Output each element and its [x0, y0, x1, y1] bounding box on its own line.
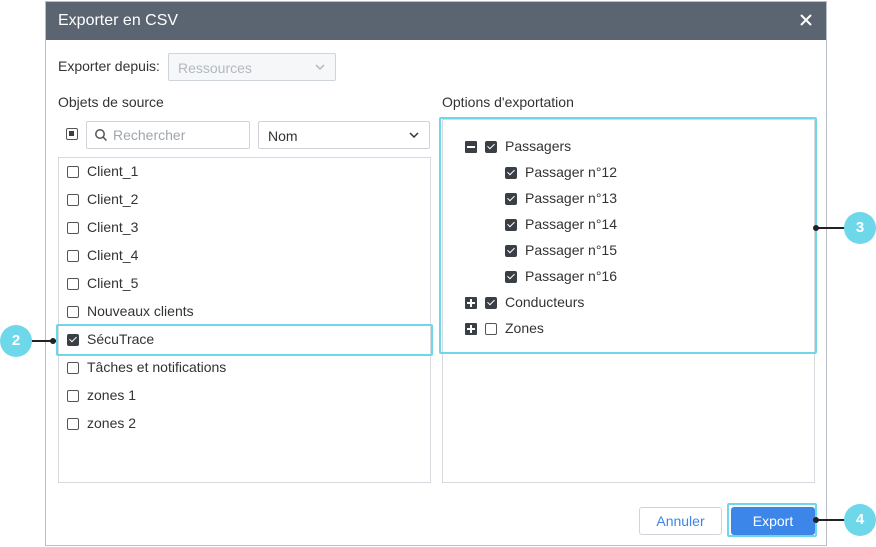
tree-node-label: Conducteurs: [505, 294, 585, 310]
item-checkbox[interactable]: [67, 166, 79, 178]
list-item-label: zones 1: [87, 387, 137, 403]
tree-node-label: Passagers: [505, 138, 572, 154]
chevron-down-icon: [409, 132, 419, 139]
search-field[interactable]: [86, 121, 250, 149]
export-button[interactable]: Export: [731, 507, 815, 535]
item-checkbox[interactable]: [67, 278, 79, 290]
tree-child-node[interactable]: Passager n°14: [443, 212, 813, 238]
list-item[interactable]: zones 2: [59, 410, 429, 438]
tree-child-node[interactable]: Passager n°16: [443, 264, 813, 290]
tree-node-label: Passager n°16: [525, 268, 617, 284]
tree-node-checkbox[interactable]: [485, 323, 497, 335]
select-all-checkbox[interactable]: [66, 128, 78, 140]
tree-node-label: Passager n°14: [525, 216, 617, 232]
item-checkbox[interactable]: [67, 418, 79, 430]
item-checkbox[interactable]: [67, 390, 79, 402]
export-options-heading: Options d'exportation: [442, 94, 574, 110]
list-item[interactable]: Client_4: [59, 242, 429, 270]
tree-node-checkbox[interactable]: [505, 245, 517, 257]
tree-node-label: Zones: [505, 320, 544, 336]
list-item[interactable]: Tâches et notifications: [59, 354, 429, 382]
callout-3-dot: [813, 225, 819, 231]
sort-select-value: Nom: [268, 128, 298, 144]
item-checkbox[interactable]: [67, 194, 79, 206]
list-item[interactable]: zones 1: [59, 382, 429, 410]
callout-4-dot: [813, 517, 819, 523]
expand-icon[interactable]: [465, 323, 477, 335]
tree-node-checkbox[interactable]: [485, 141, 497, 153]
tree-child-node[interactable]: Passager n°15: [443, 238, 813, 264]
tree-node[interactable]: Passagers: [443, 134, 813, 160]
search-input[interactable]: [113, 126, 243, 144]
tree-node-label: Passager n°12: [525, 164, 617, 180]
list-item-label: zones 2: [87, 415, 137, 431]
list-item-label: Client_1: [87, 163, 139, 179]
list-item-label: Client_2: [87, 191, 139, 207]
export-csv-dialog: Exporter en CSV Exporter depuis: Ressour…: [45, 1, 827, 546]
callout-marker-4: 4: [844, 504, 876, 536]
collapse-icon[interactable]: [465, 141, 477, 153]
list-item-label: Client_4: [87, 247, 139, 263]
list-item-label: Client_3: [87, 219, 139, 235]
tree-node-label: Passager n°13: [525, 190, 617, 206]
tree-node-checkbox[interactable]: [505, 193, 517, 205]
tree-node[interactable]: Zones: [443, 316, 813, 342]
tree-node-checkbox[interactable]: [505, 167, 517, 179]
tree-child-node[interactable]: Passager n°12: [443, 160, 813, 186]
list-item[interactable]: Nouveaux clients: [59, 298, 429, 326]
list-item-label: Tâches et notifications: [87, 359, 227, 375]
cancel-button[interactable]: Annuler: [639, 507, 722, 535]
item-checkbox[interactable]: [67, 250, 79, 262]
source-objects-heading: Objets de source: [58, 94, 164, 110]
tree-child-node[interactable]: Passager n°13: [443, 186, 813, 212]
export-from-select: Ressources: [168, 53, 336, 81]
list-item-label: SécuTrace: [87, 331, 155, 347]
callout-marker-2: 2: [0, 325, 32, 357]
callout-marker-3: 3: [844, 212, 876, 244]
export-from-label: Exporter depuis:: [58, 58, 160, 74]
callout-3-line: [815, 227, 845, 229]
export-from-value: Ressources: [178, 60, 252, 76]
list-item[interactable]: SécuTrace: [59, 326, 429, 354]
list-item[interactable]: Client_2: [59, 186, 429, 214]
list-item-label: Client_5: [87, 275, 139, 291]
export-options-tree: Passagers Passager n°12 Passager n°13 Passa…: [442, 119, 815, 483]
expand-icon[interactable]: [465, 297, 477, 309]
list-item[interactable]: Client_5: [59, 270, 429, 298]
tree-node-label: Passager n°15: [525, 242, 617, 258]
item-checkbox[interactable]: [67, 334, 79, 346]
close-icon[interactable]: [798, 12, 814, 28]
list-item-label: Nouveaux clients: [87, 303, 194, 319]
dialog-titlebar: Exporter en CSV: [46, 2, 826, 40]
list-item[interactable]: Client_3: [59, 214, 429, 242]
item-checkbox[interactable]: [67, 306, 79, 318]
callout-4-line: [815, 519, 845, 521]
dialog-title: Exporter en CSV: [58, 12, 179, 29]
tree-node-checkbox[interactable]: [505, 219, 517, 231]
item-checkbox[interactable]: [67, 362, 79, 374]
search-icon: [95, 129, 108, 142]
chevron-down-icon: [315, 64, 325, 71]
tree-node-checkbox[interactable]: [505, 271, 517, 283]
callout-2-dot: [50, 338, 56, 344]
list-item[interactable]: Client_1: [59, 158, 429, 186]
tree-node-checkbox[interactable]: [485, 297, 497, 309]
source-objects-list: Client_1 Client_2 Client_3 Client_4 Client_5…: [58, 157, 431, 483]
item-checkbox[interactable]: [67, 222, 79, 234]
sort-select[interactable]: Nom: [258, 121, 430, 149]
tree-node[interactable]: Conducteurs: [443, 290, 813, 316]
